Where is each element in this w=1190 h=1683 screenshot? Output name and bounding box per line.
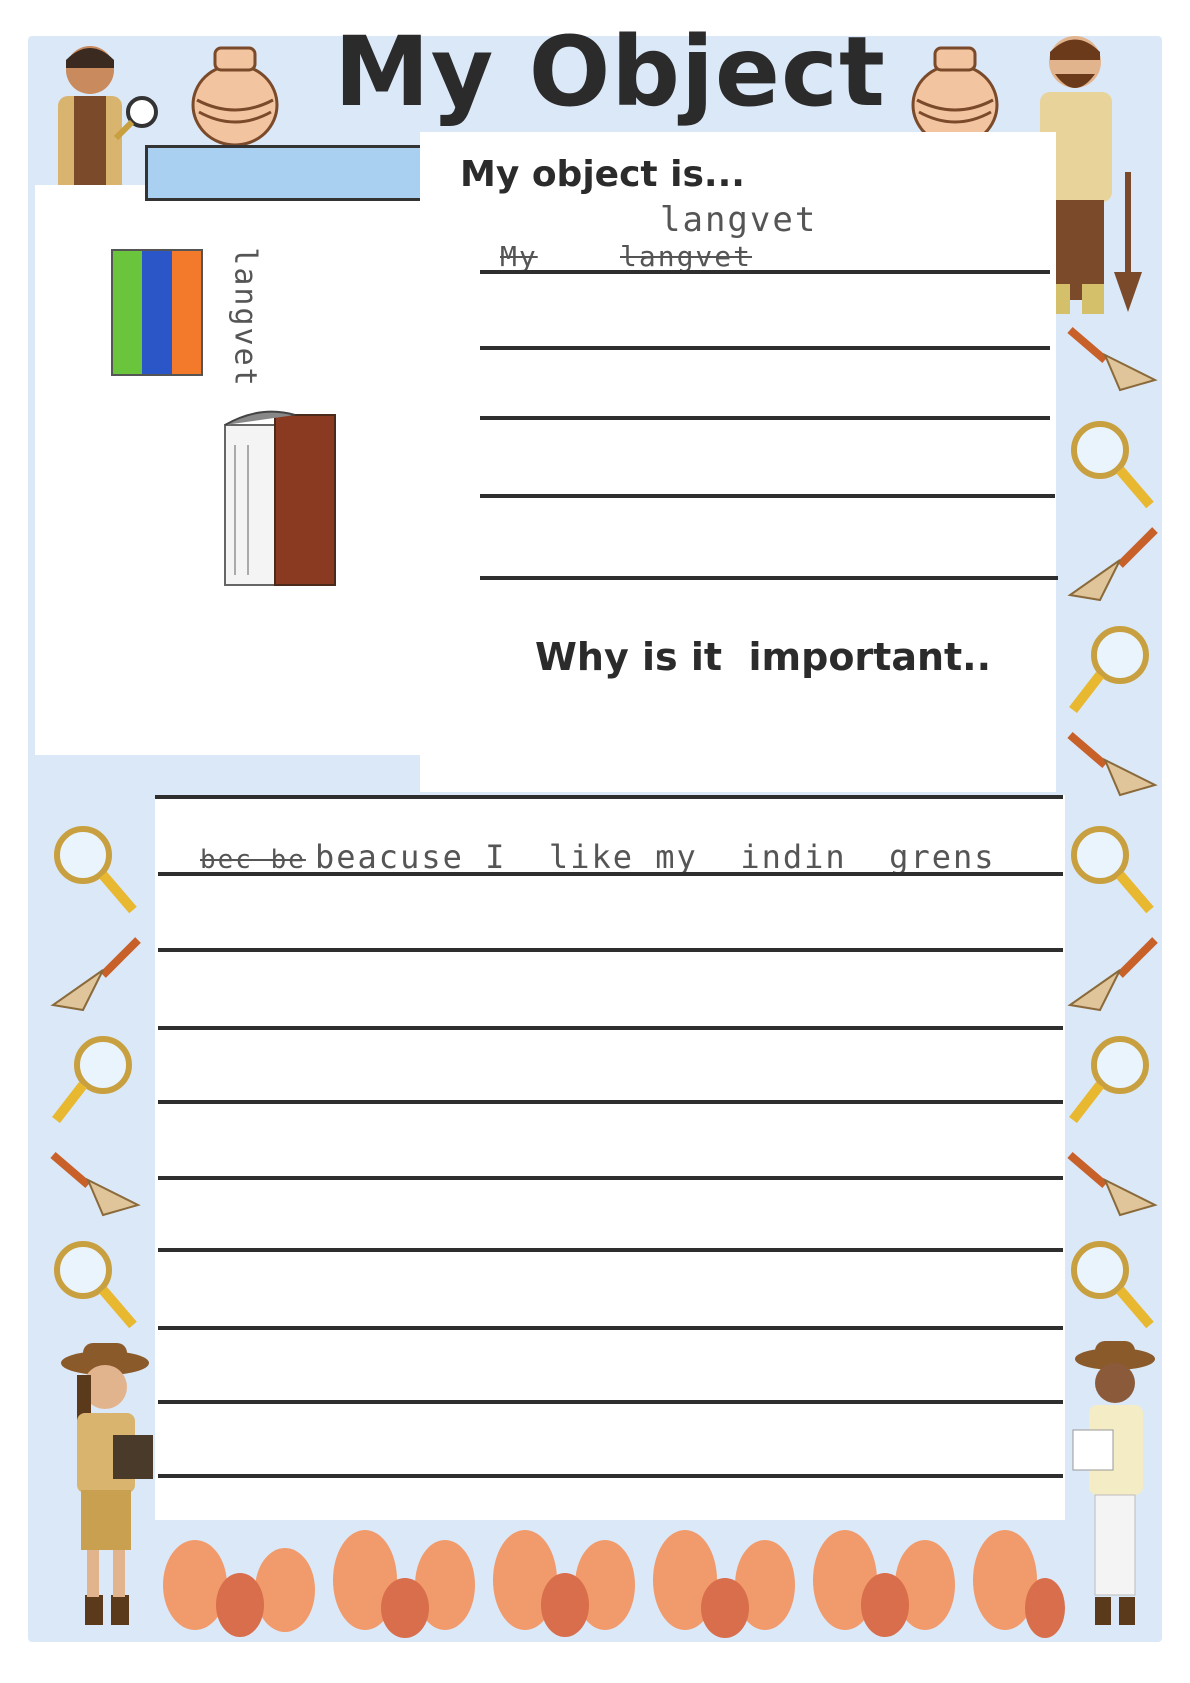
book-drawing [224,410,336,586]
pots-row-icon [163,1530,1065,1638]
my-object-heading: My object is... [460,154,745,195]
writing-line [480,270,1050,274]
clay-pot-icon [191,46,279,147]
writing-line [158,1326,1063,1330]
answer-crossed-2: langvet [620,240,753,273]
magnifier-icon [1071,826,1154,914]
writing-line [158,872,1063,876]
magnifier-icon [1071,1241,1154,1329]
magnifier-icon [54,1241,137,1329]
drawing-label-vertical: langvet [227,247,263,388]
magnifier-icon [1069,626,1149,714]
importance-answer: beacuse I like my indin grens [315,838,996,876]
explorer-with-clipboard-icon [61,1343,153,1625]
answer-crossed: bec be [200,845,306,875]
flag-drawing [111,249,203,376]
label-tab [145,145,451,201]
trowel-icon [1067,1151,1158,1217]
why-important-panel [155,795,1065,1520]
writing-line [158,1474,1063,1478]
trowel-icon [1067,326,1158,392]
trowel-icon [50,1151,141,1217]
magnifier-icon [1069,1036,1149,1124]
explorer-with-map-icon [1072,1341,1155,1625]
answer-crossed-1: My [500,240,538,273]
magnifier-icon [54,826,137,914]
writing-line [480,576,1058,580]
writing-line [158,948,1063,952]
writing-line [480,494,1055,498]
section-divider [155,795,1063,799]
trowel-icon [50,937,141,1012]
trowel-icon [1067,527,1158,602]
why-important-heading: Why is it important.. [535,635,992,679]
writing-line [158,1100,1063,1104]
magnifier-icon [52,1036,132,1124]
writing-line [480,346,1050,350]
trowel-icon [1067,937,1158,1012]
writing-line [480,416,1050,420]
writing-line [158,1026,1063,1030]
answer-correction: langvet [660,200,818,240]
writing-line [158,1400,1063,1404]
writing-line [158,1248,1063,1252]
writing-line [158,1176,1063,1180]
magnifier-icon [1071,421,1154,509]
page-title: My Object [334,16,886,128]
trowel-icon [1067,731,1158,797]
